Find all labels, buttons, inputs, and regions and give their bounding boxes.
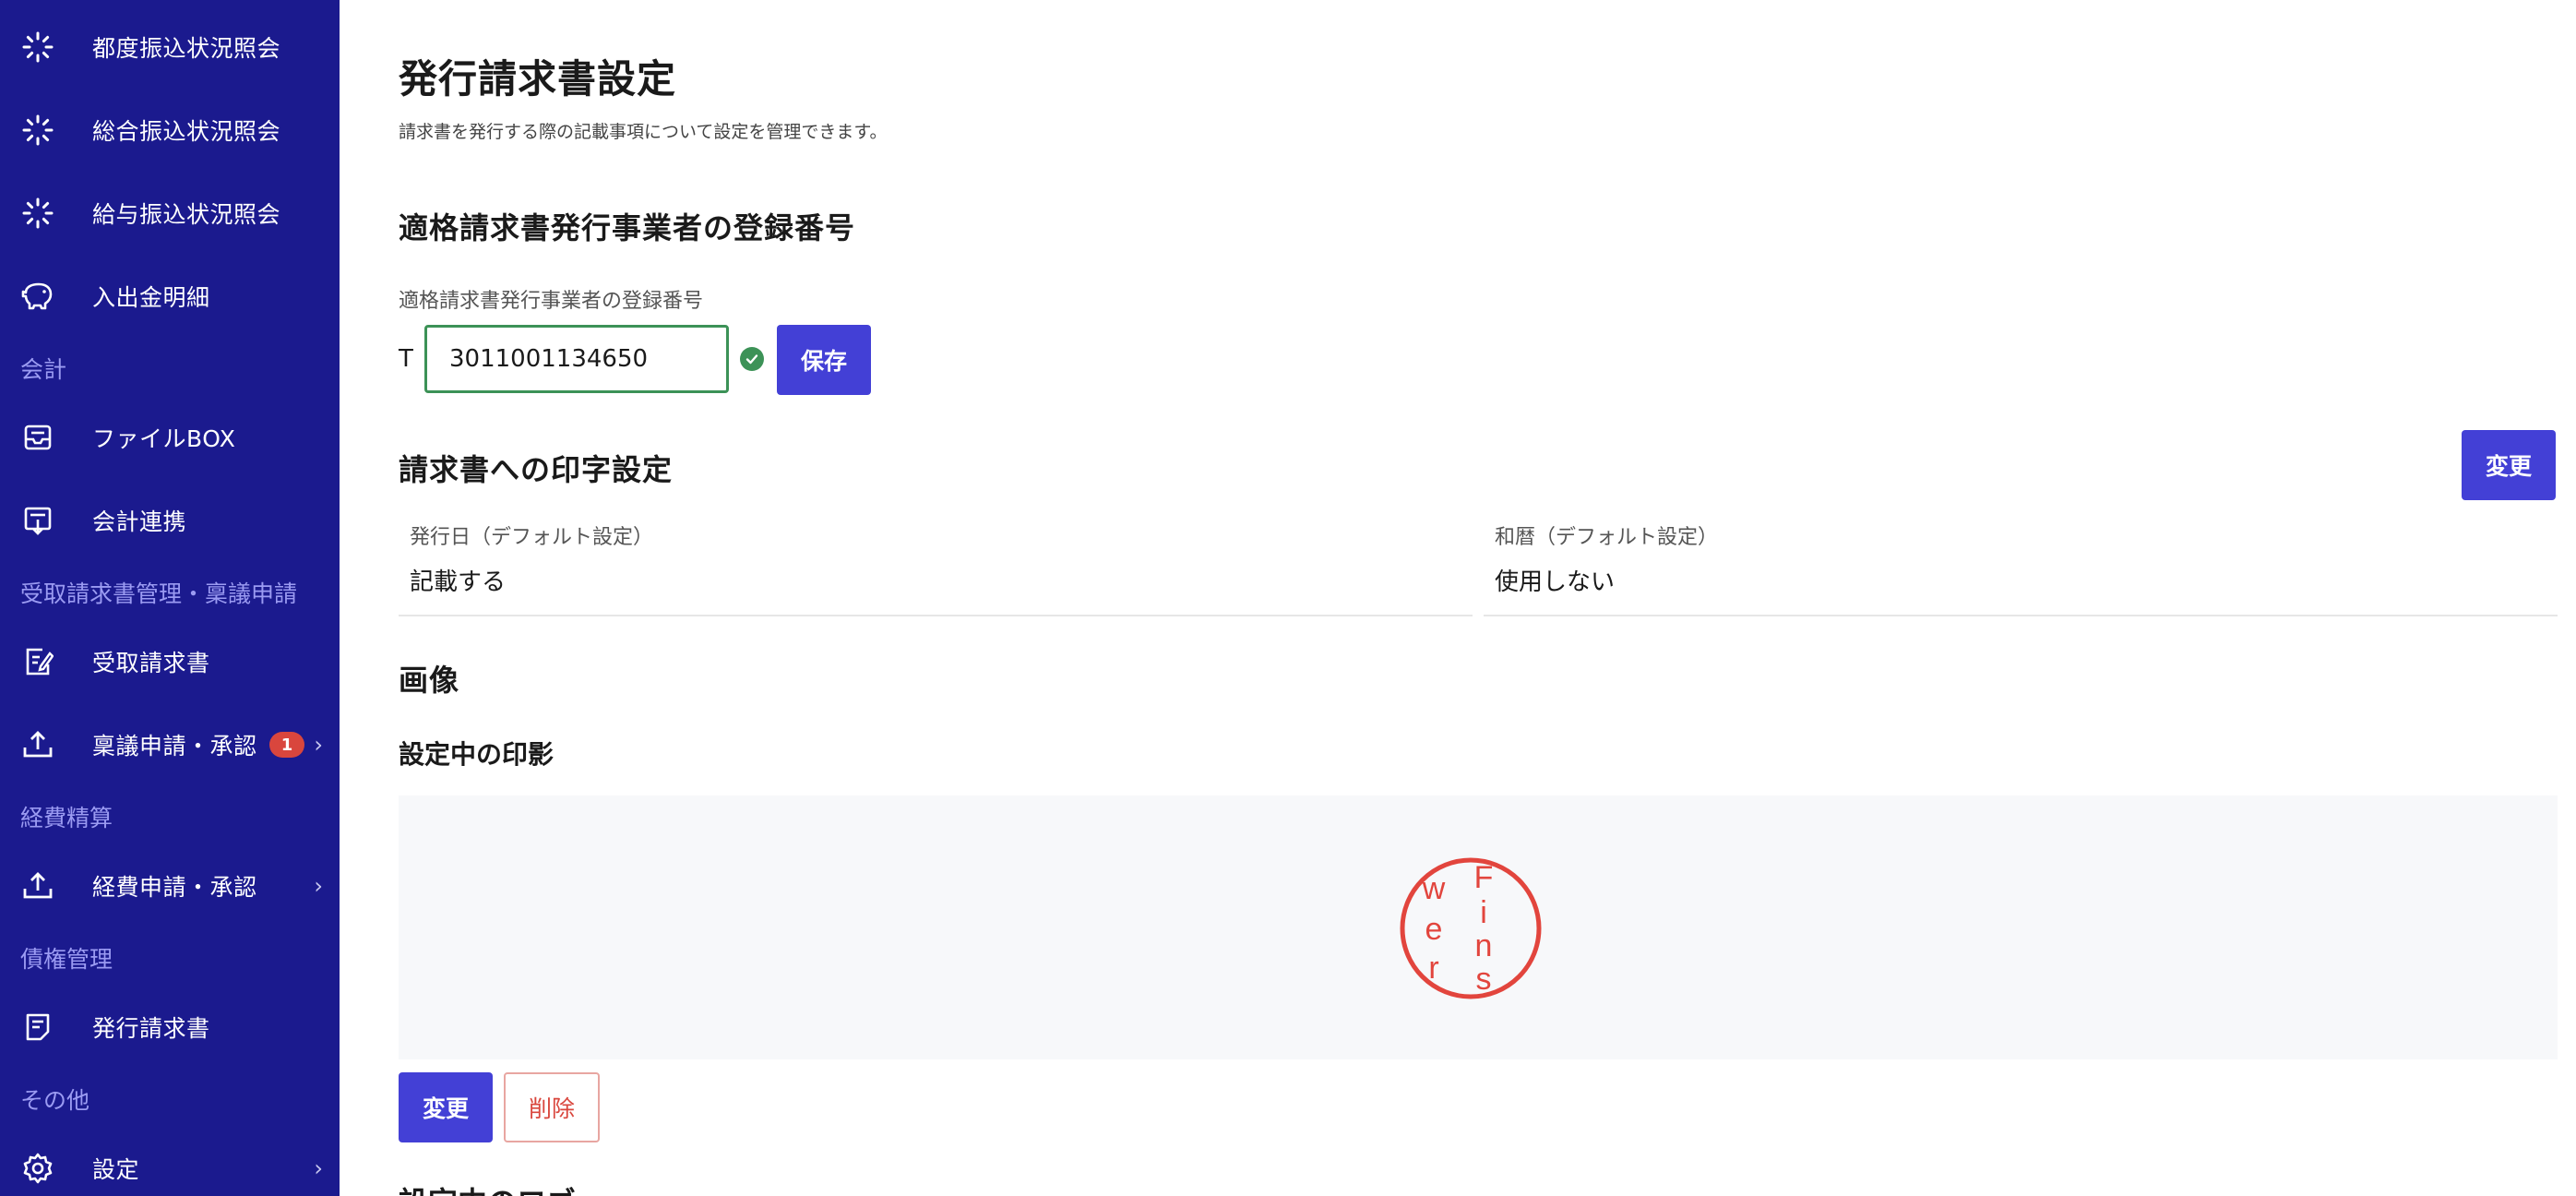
logo-heading: 設定中のロゴ: [399, 1179, 576, 1196]
sidebar-item-label: 経費申請・承認: [92, 874, 257, 901]
sidebar-item-label: 会計連携: [92, 508, 187, 535]
sidebar-item-label: 入出金明細: [92, 284, 210, 311]
upload-icon: [20, 868, 55, 903]
main-content: 発行請求書設定 請求書を発行する際の記載事項について設定を管理できます。 適格請…: [340, 0, 2576, 1196]
inbox-icon: [20, 420, 55, 455]
document-lines-icon: [20, 1010, 55, 1045]
sidebar-item-keihi[interactable]: 経費申請・承認 ›: [0, 849, 340, 923]
seal-char: F: [1474, 860, 1494, 895]
registration-heading: 適格請求書発行事業者の登録番号: [399, 210, 856, 245]
sidebar-item-filebox[interactable]: ファイルBOX: [0, 401, 340, 474]
seal-preview-area: w e r F i n s: [399, 795, 2558, 1059]
document-edit-icon: [20, 644, 55, 679]
print-settings-change-button[interactable]: 変更: [2462, 430, 2556, 500]
sidebar-item-label: 受取請求書: [92, 650, 210, 676]
seal-char: w: [1422, 871, 1446, 906]
check-circle-icon: [740, 347, 764, 371]
sidebar-item-label: 設定: [92, 1156, 140, 1183]
section-label-uketori: 受取請求書管理・稟議申請: [20, 580, 298, 607]
sidebar-item-label: 都度振込状況照会: [92, 35, 281, 62]
section-label-sonota: その他: [20, 1087, 90, 1114]
section-label-kaikei: 会計: [20, 356, 67, 383]
sidebar-item-label: 給与振込状況照会: [92, 201, 281, 228]
sidebar-item-uketori[interactable]: 受取請求書: [0, 625, 340, 699]
notification-badge: 1: [269, 732, 304, 758]
sidebar-item-hakko[interactable]: 発行請求書: [0, 990, 340, 1064]
seal-change-button[interactable]: 変更: [399, 1072, 493, 1142]
wareki-label: 和暦（デフォルト設定）: [1495, 526, 1719, 549]
page-title: 発行請求書設定: [399, 56, 677, 102]
registration-field-label: 適格請求書発行事業者の登録番号: [399, 290, 704, 313]
image-heading: 画像: [399, 663, 460, 698]
loading-spinner-icon: [20, 30, 55, 65]
chevron-right-icon: ›: [314, 873, 323, 899]
issue-date-value: 記載する: [410, 568, 507, 596]
seal-char: i: [1480, 895, 1487, 930]
wareki-setting: 和暦（デフォルト設定） 使用しない: [1484, 517, 2558, 616]
print-settings-heading: 請求書への印字設定: [399, 452, 674, 487]
section-label-keihi: 経費精算: [20, 805, 113, 831]
sidebar-item-kaikei-renkei[interactable]: 会計連携: [0, 484, 340, 557]
seal-char: n: [1475, 928, 1493, 963]
sidebar-item-nyushukkin[interactable]: 入出金明細: [0, 259, 340, 333]
issue-date-label: 発行日（デフォルト設定）: [410, 526, 654, 549]
sidebar-item-tsudo[interactable]: 都度振込状況照会: [0, 10, 340, 84]
save-button[interactable]: 保存: [777, 325, 871, 395]
registration-number-input[interactable]: [424, 325, 729, 393]
company-seal-image: w e r F i n s: [1400, 857, 1542, 999]
sidebar-item-sogo[interactable]: 総合振込状況照会: [0, 93, 340, 167]
chevron-right-icon: ›: [314, 732, 323, 758]
sidebar-item-label: 発行請求書: [92, 1015, 210, 1042]
loading-spinner-icon: [20, 113, 55, 148]
sidebar-item-label: 総合振込状況照会: [92, 118, 281, 145]
issue-date-setting: 発行日（デフォルト設定） 記載する: [399, 517, 1473, 616]
upload-icon: [20, 727, 55, 762]
seal-delete-button[interactable]: 削除: [504, 1072, 600, 1142]
seal-heading: 設定中の印影: [399, 739, 555, 770]
sidebar-item-kyuyo[interactable]: 給与振込状況照会: [0, 176, 340, 250]
seal-char: s: [1476, 962, 1492, 997]
chevron-right-icon: ›: [314, 1155, 323, 1181]
sidebar-item-label: ファイルBOX: [92, 425, 236, 452]
sidebar: 都度振込状況照会 総合振込状況照会 給与振込状況照会 入出金明細 会計 ファイル…: [0, 0, 340, 1196]
wareki-value: 使用しない: [1495, 568, 1616, 596]
registration-prefix: T: [399, 345, 413, 373]
seal-char: r: [1428, 951, 1438, 986]
gear-icon: [20, 1151, 55, 1186]
sidebar-item-ringi[interactable]: 稟議申請・承認 1 ›: [0, 708, 340, 782]
page-description: 請求書を発行する際の記載事項について設定を管理できます。: [399, 122, 888, 142]
sidebar-item-label: 稟議申請・承認: [92, 733, 257, 759]
section-label-saiken: 債権管理: [20, 946, 113, 973]
seal-char: e: [1425, 912, 1443, 947]
loading-spinner-icon: [20, 196, 55, 231]
sidebar-item-settei[interactable]: 設定 ›: [0, 1131, 340, 1196]
piggy-bank-icon: [20, 279, 55, 314]
receipt-download-icon: [20, 503, 55, 538]
